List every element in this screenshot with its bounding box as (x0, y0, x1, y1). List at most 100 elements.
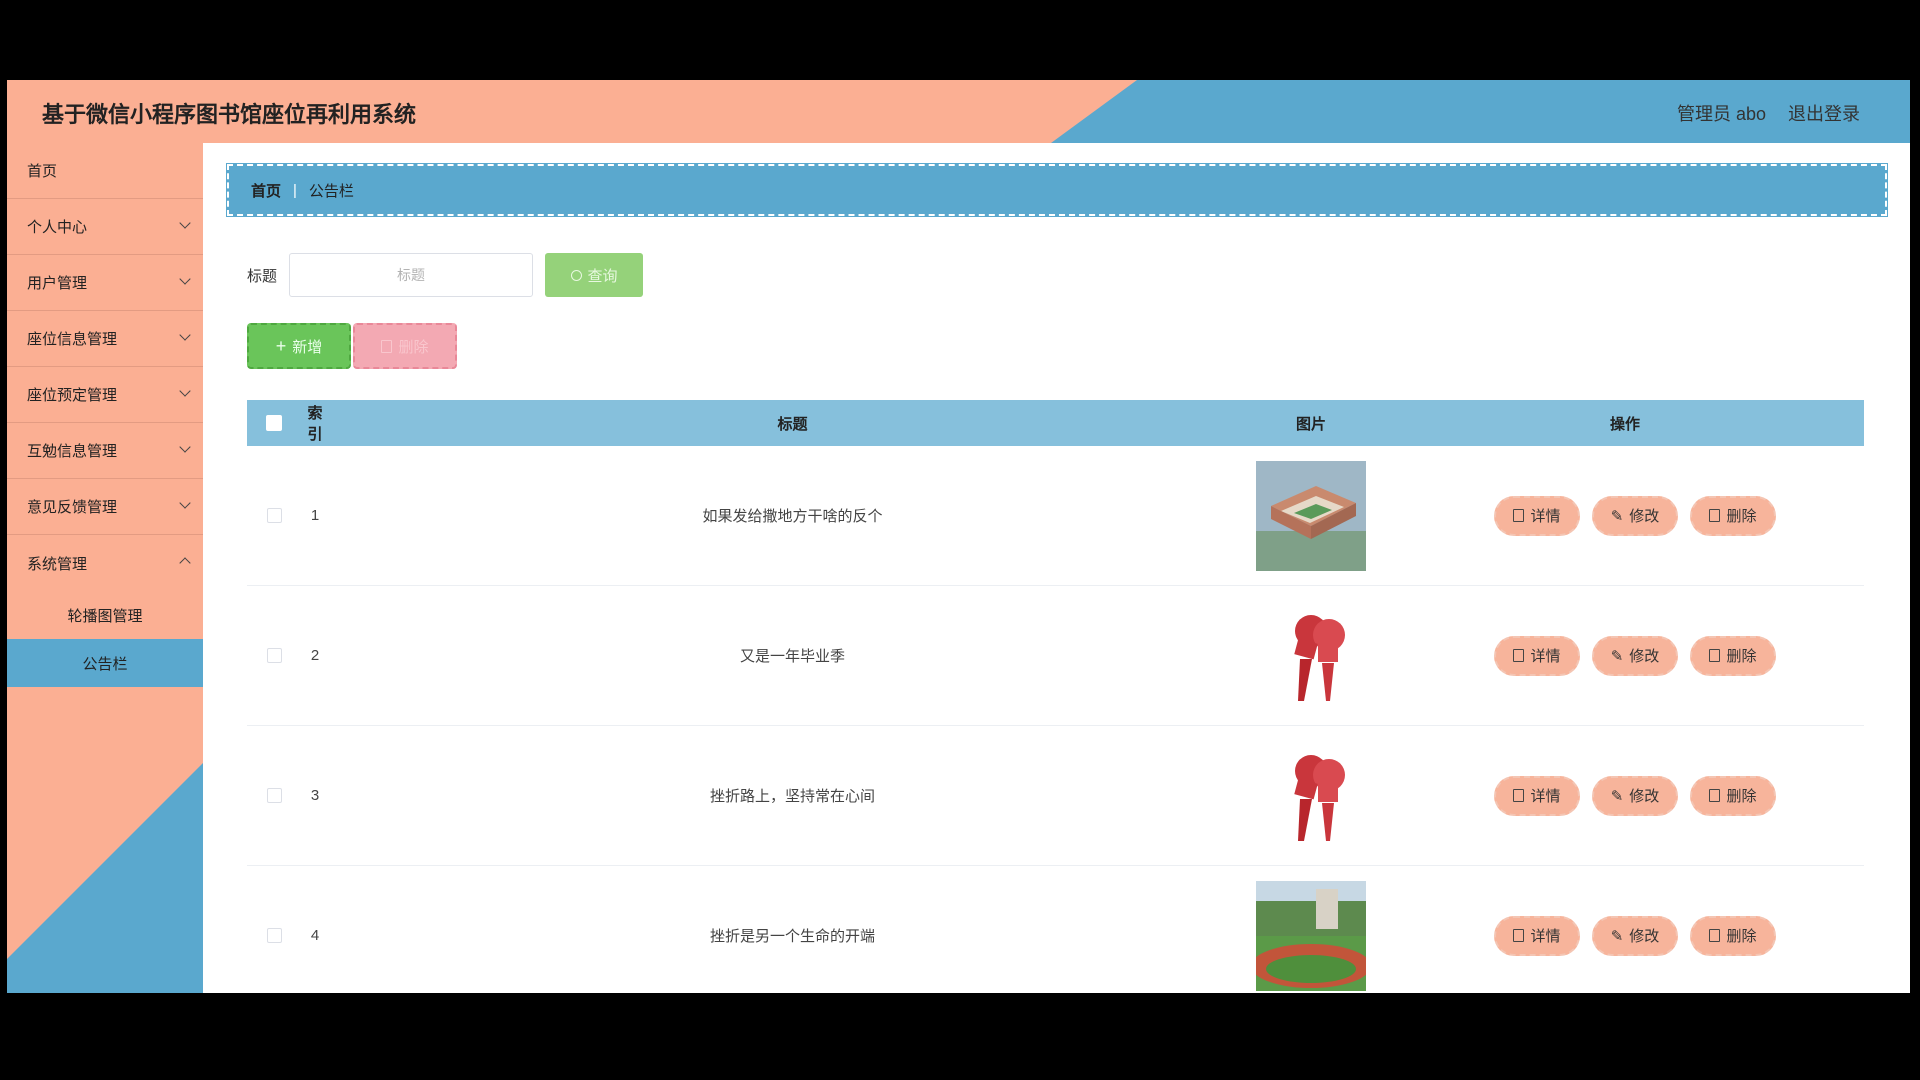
batch-delete-button[interactable]: 删除 (353, 323, 457, 369)
logout-link[interactable]: 退出登录 (1788, 100, 1860, 126)
trash-icon (1709, 509, 1721, 522)
detail-button-label: 详情 (1530, 508, 1561, 525)
detail-button[interactable]: 详情 (1494, 635, 1580, 676)
detail-button[interactable]: 详情 (1494, 775, 1580, 816)
detail-button-label: 详情 (1530, 928, 1561, 945)
detail-button-label: 详情 (1530, 788, 1561, 805)
sidebar-item-label: 首页 (27, 163, 58, 180)
row-index: 2 (310, 647, 320, 664)
delete-button[interactable]: 删除 (1690, 915, 1776, 956)
document-icon (1513, 509, 1525, 522)
chevron-down-icon (179, 385, 191, 397)
sidebar-item-system[interactable]: 系统管理 (7, 535, 203, 591)
detail-button-label: 详情 (1530, 648, 1561, 665)
add-button[interactable]: + 新增 (247, 323, 351, 369)
pencil-icon: ✎ (1610, 507, 1624, 525)
plus-icon: + (275, 335, 287, 356)
sidebar-item-label: 座位预定管理 (27, 387, 118, 404)
delete-button-label: 删除 (1726, 788, 1757, 805)
header-index: 索引 (307, 405, 323, 443)
sidebar: 首页 个人中心 用户管理 座位信息管理 座位预定管理 互勉信息管理 意见反馈管理… (7, 143, 203, 993)
breadcrumb: 首页 | 公告栏 (226, 163, 1888, 217)
search-icon (570, 269, 582, 281)
delete-button-label: 删除 (1726, 508, 1757, 525)
sidebar-subitem-carousel[interactable]: 轮播图管理 (7, 591, 203, 639)
detail-button[interactable]: 详情 (1494, 495, 1580, 536)
delete-button[interactable]: 删除 (1690, 495, 1776, 536)
campus-building-image (1256, 460, 1366, 571)
table-header: 索引 标题 图片 操作 (247, 400, 1864, 446)
sidebar-item-seat-info[interactable]: 座位信息管理 (7, 311, 203, 367)
current-user-label: 管理员 abo (1676, 104, 1766, 124)
pencil-icon: ✎ (1610, 927, 1624, 945)
delete-button[interactable]: 删除 (1690, 635, 1776, 676)
sidebar-item-feedback[interactable]: 意见反馈管理 (7, 479, 203, 535)
delete-button-label: 删除 (1726, 648, 1757, 665)
search-bar: 标题 查询 (247, 253, 644, 297)
sidebar-item-encouragement[interactable]: 互勉信息管理 (7, 423, 203, 479)
sidebar-item-personal-center[interactable]: 个人中心 (7, 199, 203, 255)
delete-button-label: 删除 (1726, 928, 1757, 945)
sidebar-item-home[interactable]: 首页 (7, 143, 203, 199)
detail-button[interactable]: 详情 (1494, 915, 1580, 956)
row-title: 挫折路上，坚持常在心间 (709, 788, 875, 805)
sidebar-item-label: 个人中心 (27, 219, 88, 236)
row-title: 挫折是另一个生命的开端 (709, 928, 875, 945)
search-label: 标题 (247, 267, 278, 285)
row-checkbox[interactable] (266, 788, 282, 803)
document-icon (1513, 929, 1525, 942)
header-title: 标题 (777, 415, 808, 433)
top-header: 基于微信小程序图书馆座位再利用系统 管理员 abo 退出登录 (7, 80, 1910, 143)
row-index: 4 (310, 927, 320, 944)
sidebar-menu: 首页 个人中心 用户管理 座位信息管理 座位预定管理 互勉信息管理 意见反馈管理… (7, 143, 203, 687)
sidebar-item-user-management[interactable]: 用户管理 (7, 255, 203, 311)
add-button-label: 新增 (292, 338, 323, 356)
select-all-checkbox[interactable] (266, 415, 282, 431)
row-title: 又是一年毕业季 (739, 648, 845, 665)
sidebar-item-label: 用户管理 (27, 275, 88, 292)
trash-icon (1709, 929, 1721, 942)
action-bar: + 新增 删除 (247, 323, 457, 369)
edit-button[interactable]: ✎ 修改 (1592, 495, 1678, 536)
table-row: 4 挫折是另一个生命的开端 详情 ✎ 修改 删除 (247, 866, 1864, 993)
chevron-down-icon (179, 497, 191, 509)
sidebar-item-seat-booking[interactable]: 座位预定管理 (7, 367, 203, 423)
breadcrumb-separator: | (293, 181, 297, 199)
query-button[interactable]: 查询 (545, 253, 644, 297)
table-row: 2 又是一年毕业季 详情 ✎ 修改 删除 (247, 586, 1864, 726)
main-content: 首页 | 公告栏 标题 查询 + 新增 删除 索引 (203, 143, 1910, 993)
news-microphones-image (1256, 600, 1366, 711)
sports-field-image (1256, 880, 1366, 991)
sidebar-subitem-notice-board[interactable]: 公告栏 (7, 639, 203, 687)
delete-button[interactable]: 删除 (1690, 775, 1776, 816)
notice-table: 索引 标题 图片 操作 1 如果发给撒地方干啥的反个 详情 ✎ 修改 删除 2 … (247, 400, 1864, 993)
edit-button[interactable]: ✎ 修改 (1592, 635, 1678, 676)
sidebar-item-label: 系统管理 (27, 555, 88, 573)
row-checkbox[interactable] (266, 928, 282, 943)
pencil-icon: ✎ (1610, 787, 1624, 805)
edit-button[interactable]: ✎ 修改 (1592, 775, 1678, 816)
row-index: 3 (310, 787, 320, 804)
chevron-down-icon (179, 441, 191, 453)
search-input[interactable] (289, 253, 534, 297)
breadcrumb-home[interactable]: 首页 (251, 180, 281, 201)
trash-icon (381, 339, 393, 353)
edit-button[interactable]: ✎ 修改 (1592, 915, 1678, 956)
query-button-label: 查询 (587, 267, 618, 285)
document-icon (1513, 789, 1525, 802)
document-icon (1513, 649, 1525, 662)
pencil-icon: ✎ (1610, 647, 1624, 665)
app-window: 基于微信小程序图书馆座位再利用系统 管理员 abo 退出登录 首页 个人中心 用… (7, 80, 1910, 993)
trash-icon (1709, 649, 1721, 662)
chevron-down-icon (179, 557, 191, 569)
batch-delete-label: 删除 (398, 338, 429, 356)
edit-button-label: 修改 (1629, 648, 1660, 665)
row-checkbox[interactable] (266, 508, 282, 523)
row-checkbox[interactable] (266, 648, 282, 663)
table-row: 3 挫折路上，坚持常在心间 详情 ✎ 修改 删除 (247, 726, 1864, 866)
sidebar-item-label: 座位信息管理 (27, 331, 118, 348)
chevron-down-icon (179, 217, 191, 229)
sidebar-item-label: 意见反馈管理 (27, 499, 118, 516)
sidebar-item-label: 互勉信息管理 (27, 443, 118, 460)
news-microphones-image (1256, 740, 1366, 851)
